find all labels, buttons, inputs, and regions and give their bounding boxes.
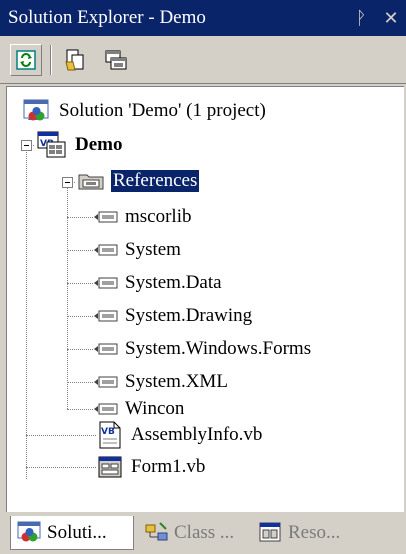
solution-label: Solution 'Demo' (1 project) [59, 100, 266, 121]
project-node[interactable]: VB Demo [37, 129, 124, 161]
reference-label: System.Windows.Forms [125, 338, 312, 359]
reference-label: System.XML [125, 371, 228, 392]
reference-item[interactable]: System.Windows.Forms [93, 333, 313, 365]
pin-icon[interactable]: ᚹ [346, 8, 376, 29]
reference-label: Wincon [125, 398, 185, 419]
refresh-icon [16, 49, 36, 70]
properties-icon [105, 50, 127, 69]
vb-file-icon: VB [99, 421, 121, 449]
tree-line [67, 250, 93, 251]
solution-icon [23, 99, 49, 121]
toolbar-separator [50, 44, 52, 75]
reference-label: System [125, 239, 181, 260]
title-bar[interactable]: Solution Explorer - Demo ᚹ ✕ [0, 0, 406, 36]
solution-node[interactable]: Solution 'Demo' (1 project) [23, 95, 268, 127]
tree-line [26, 467, 96, 468]
tree-line [67, 349, 93, 350]
project-label: Demo [75, 134, 123, 155]
resource-view-icon [259, 522, 281, 542]
collapse-toggle[interactable] [62, 177, 73, 188]
tab-label: Soluti... [47, 521, 107, 543]
tab-label: Class ... [174, 522, 235, 543]
solution-tree[interactable]: Solution 'Demo' (1 project) VB Demo [6, 86, 404, 512]
tree-line [26, 435, 96, 436]
show-all-files-button[interactable] [60, 44, 92, 76]
reference-item[interactable]: mscorlib [93, 201, 194, 233]
tree-line [67, 178, 68, 409]
form-file-icon [98, 456, 122, 478]
reference-icon [94, 310, 118, 322]
reference-item[interactable]: System.Drawing [93, 300, 254, 332]
tab-resource-view[interactable]: Reso... [252, 516, 368, 550]
window-title: Solution Explorer - Demo [8, 7, 206, 28]
tab-solution-explorer[interactable]: Soluti... [10, 516, 134, 550]
tree-line [67, 217, 93, 218]
collapse-toggle[interactable] [21, 140, 32, 151]
file-node-form1[interactable]: Form1.vb [97, 451, 207, 483]
toolbar [0, 36, 406, 84]
class-view-icon [145, 522, 168, 541]
references-folder-node[interactable]: References [77, 165, 200, 197]
tab-label: Reso... [288, 522, 341, 543]
show-all-files-icon [65, 49, 84, 70]
reference-label: mscorlib [125, 206, 192, 227]
close-icon[interactable]: ✕ [376, 8, 406, 29]
tree-line [67, 316, 93, 317]
reference-label: System.Drawing [125, 305, 253, 326]
properties-button[interactable] [100, 44, 132, 76]
bottom-tabs: Soluti... Class ... Reso... [0, 512, 406, 554]
reference-icon [94, 211, 118, 223]
svg-text:VB: VB [101, 427, 115, 437]
file-label: Form1.vb [131, 456, 206, 477]
tab-class-view[interactable]: Class ... [138, 516, 250, 550]
reference-icon [94, 343, 118, 355]
solution-explorer-window: Solution Explorer - Demo ᚹ ✕ Solution 'D… [0, 0, 406, 554]
reference-icon [94, 376, 118, 388]
file-label: AssemblyInfo.vb [131, 424, 263, 445]
tree-line [67, 382, 93, 383]
reference-label: System.Data [125, 272, 222, 293]
reference-icon [94, 244, 118, 256]
reference-item[interactable]: System.Data [93, 267, 224, 299]
tree-line [26, 141, 27, 479]
tree-line [67, 409, 93, 410]
reference-item[interactable]: System [93, 234, 183, 266]
references-folder-icon [78, 174, 104, 190]
reference-icon [94, 403, 118, 415]
reference-icon [94, 277, 118, 289]
solution-icon [17, 521, 41, 541]
tree-line [67, 283, 93, 284]
references-folder-label: References [111, 170, 200, 192]
vb-project-icon: VB [37, 131, 66, 158]
refresh-button[interactable] [10, 43, 42, 76]
file-node-assemblyinfo[interactable]: VB AssemblyInfo.vb [97, 419, 264, 451]
